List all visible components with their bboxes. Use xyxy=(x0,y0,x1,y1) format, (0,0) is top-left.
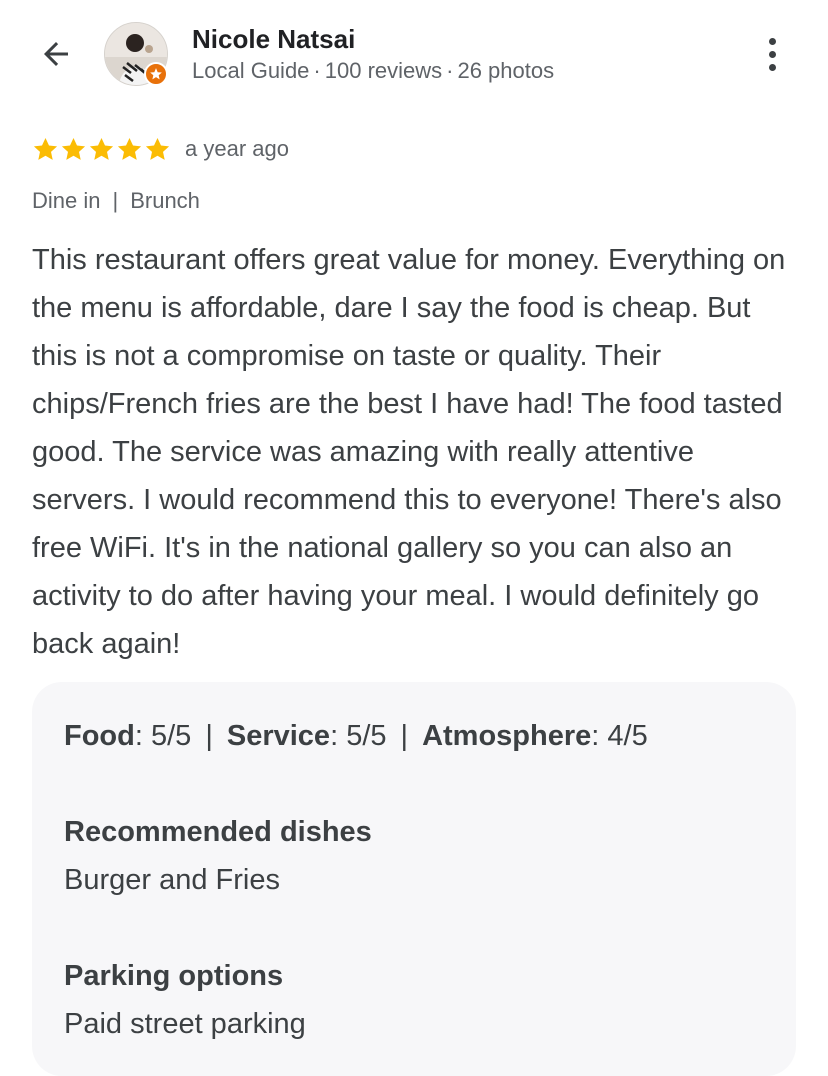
star-icon xyxy=(145,137,170,160)
star-icon xyxy=(89,137,114,160)
photo-count: 26 photos xyxy=(457,58,555,83)
score-separator: | xyxy=(400,720,409,752)
avatar[interactable] xyxy=(104,22,168,86)
recommended-dishes-value: Burger and Fries xyxy=(64,864,280,896)
score-value-food: 5/5 xyxy=(150,720,192,752)
star-icon xyxy=(117,137,142,160)
star-rating xyxy=(32,136,171,163)
score-separator: | xyxy=(205,720,213,752)
meta-separator: · xyxy=(313,58,321,83)
more-options-button[interactable] xyxy=(750,30,794,78)
star-icon xyxy=(61,137,86,160)
star-icon xyxy=(33,137,58,160)
score-value-atmosphere: 4/5 xyxy=(607,720,648,752)
review-count: 100 reviews xyxy=(324,58,443,83)
more-vert-icon-dot xyxy=(768,37,776,45)
local-guide-badge-icon xyxy=(144,62,168,86)
more-vert-icon-dot xyxy=(768,50,776,58)
score-label-service: Service xyxy=(226,720,331,752)
tag-brunch: Brunch xyxy=(130,188,200,213)
back-button[interactable] xyxy=(32,30,80,78)
tag-separator: | xyxy=(112,188,119,213)
aspect-scores: Food: 5/5 | Service: 5/5 | Atmosphere: 4/5 xyxy=(64,720,648,752)
user-name[interactable]: Nicole Natsai xyxy=(192,24,355,55)
user-level: Local Guide xyxy=(192,58,310,83)
tag-dine-in: Dine in xyxy=(32,188,101,213)
review-header: Nicole Natsai Local Guide · 100 reviews · 26… xyxy=(0,0,828,110)
parking-options-value: Paid street parking xyxy=(64,1008,306,1040)
meta-separator: · xyxy=(446,58,454,83)
rating-row: a year ago xyxy=(32,134,289,164)
review-time: a year ago xyxy=(185,136,289,161)
review-details-card: Food: 5/5 | Service: 5/5 | Atmosphere: 4/5 R… xyxy=(32,682,796,1076)
score-value-service: 5/5 xyxy=(346,720,387,752)
score-label-atmosphere: Atmosphere xyxy=(422,720,592,752)
more-vert-icon-dot xyxy=(768,63,776,71)
arrow-left-icon xyxy=(44,42,68,66)
parking-options-title: Parking options xyxy=(64,960,284,992)
visit-tags: Dine in | Brunch xyxy=(32,188,200,214)
score-label-food: Food xyxy=(64,720,135,752)
user-meta: Local Guide · 100 reviews · 26 photos xyxy=(192,58,554,84)
review-text: This restaurant offers great value for m… xyxy=(32,244,786,660)
recommended-dishes-title: Recommended dishes xyxy=(64,816,372,848)
